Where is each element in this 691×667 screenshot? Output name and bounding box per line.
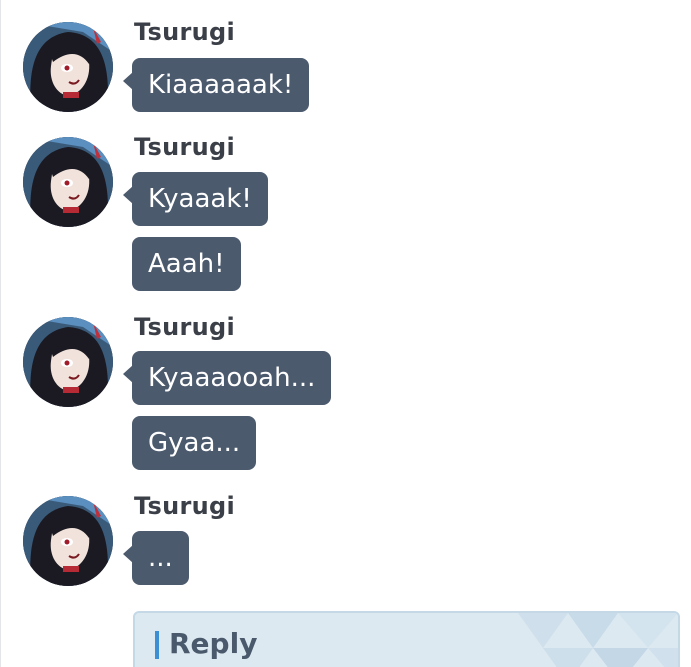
reply-background-pattern-icon — [518, 613, 678, 667]
message-bubble: Kyaaaooah... — [122, 351, 332, 405]
reply-accent-bar-icon — [155, 631, 159, 659]
reply-label: Reply — [169, 627, 258, 660]
message-bubble: Gyaa... — [132, 416, 257, 470]
sender-name: Tsurugi — [134, 313, 235, 341]
character-avatar-icon[interactable] — [23, 317, 113, 407]
message-bubble: Aaah! — [132, 237, 241, 291]
sender-name: Tsurugi — [134, 133, 235, 161]
message-bubble: ... — [123, 531, 189, 585]
message-bubble: Kiaaaaaak! — [122, 58, 310, 112]
character-avatar-icon[interactable] — [23, 137, 113, 227]
reply-button[interactable]: Reply — [133, 611, 680, 667]
character-avatar-icon[interactable] — [23, 496, 113, 586]
character-avatar-icon[interactable] — [23, 22, 113, 112]
sender-name: Tsurugi — [134, 18, 235, 46]
sender-name: Tsurugi — [134, 492, 235, 520]
chat-log: Tsurugi Kiaaaaaak! Tsurugi Kyaaak! Aaah! — [0, 0, 691, 667]
message-bubble: Kyaaak! — [123, 172, 268, 226]
